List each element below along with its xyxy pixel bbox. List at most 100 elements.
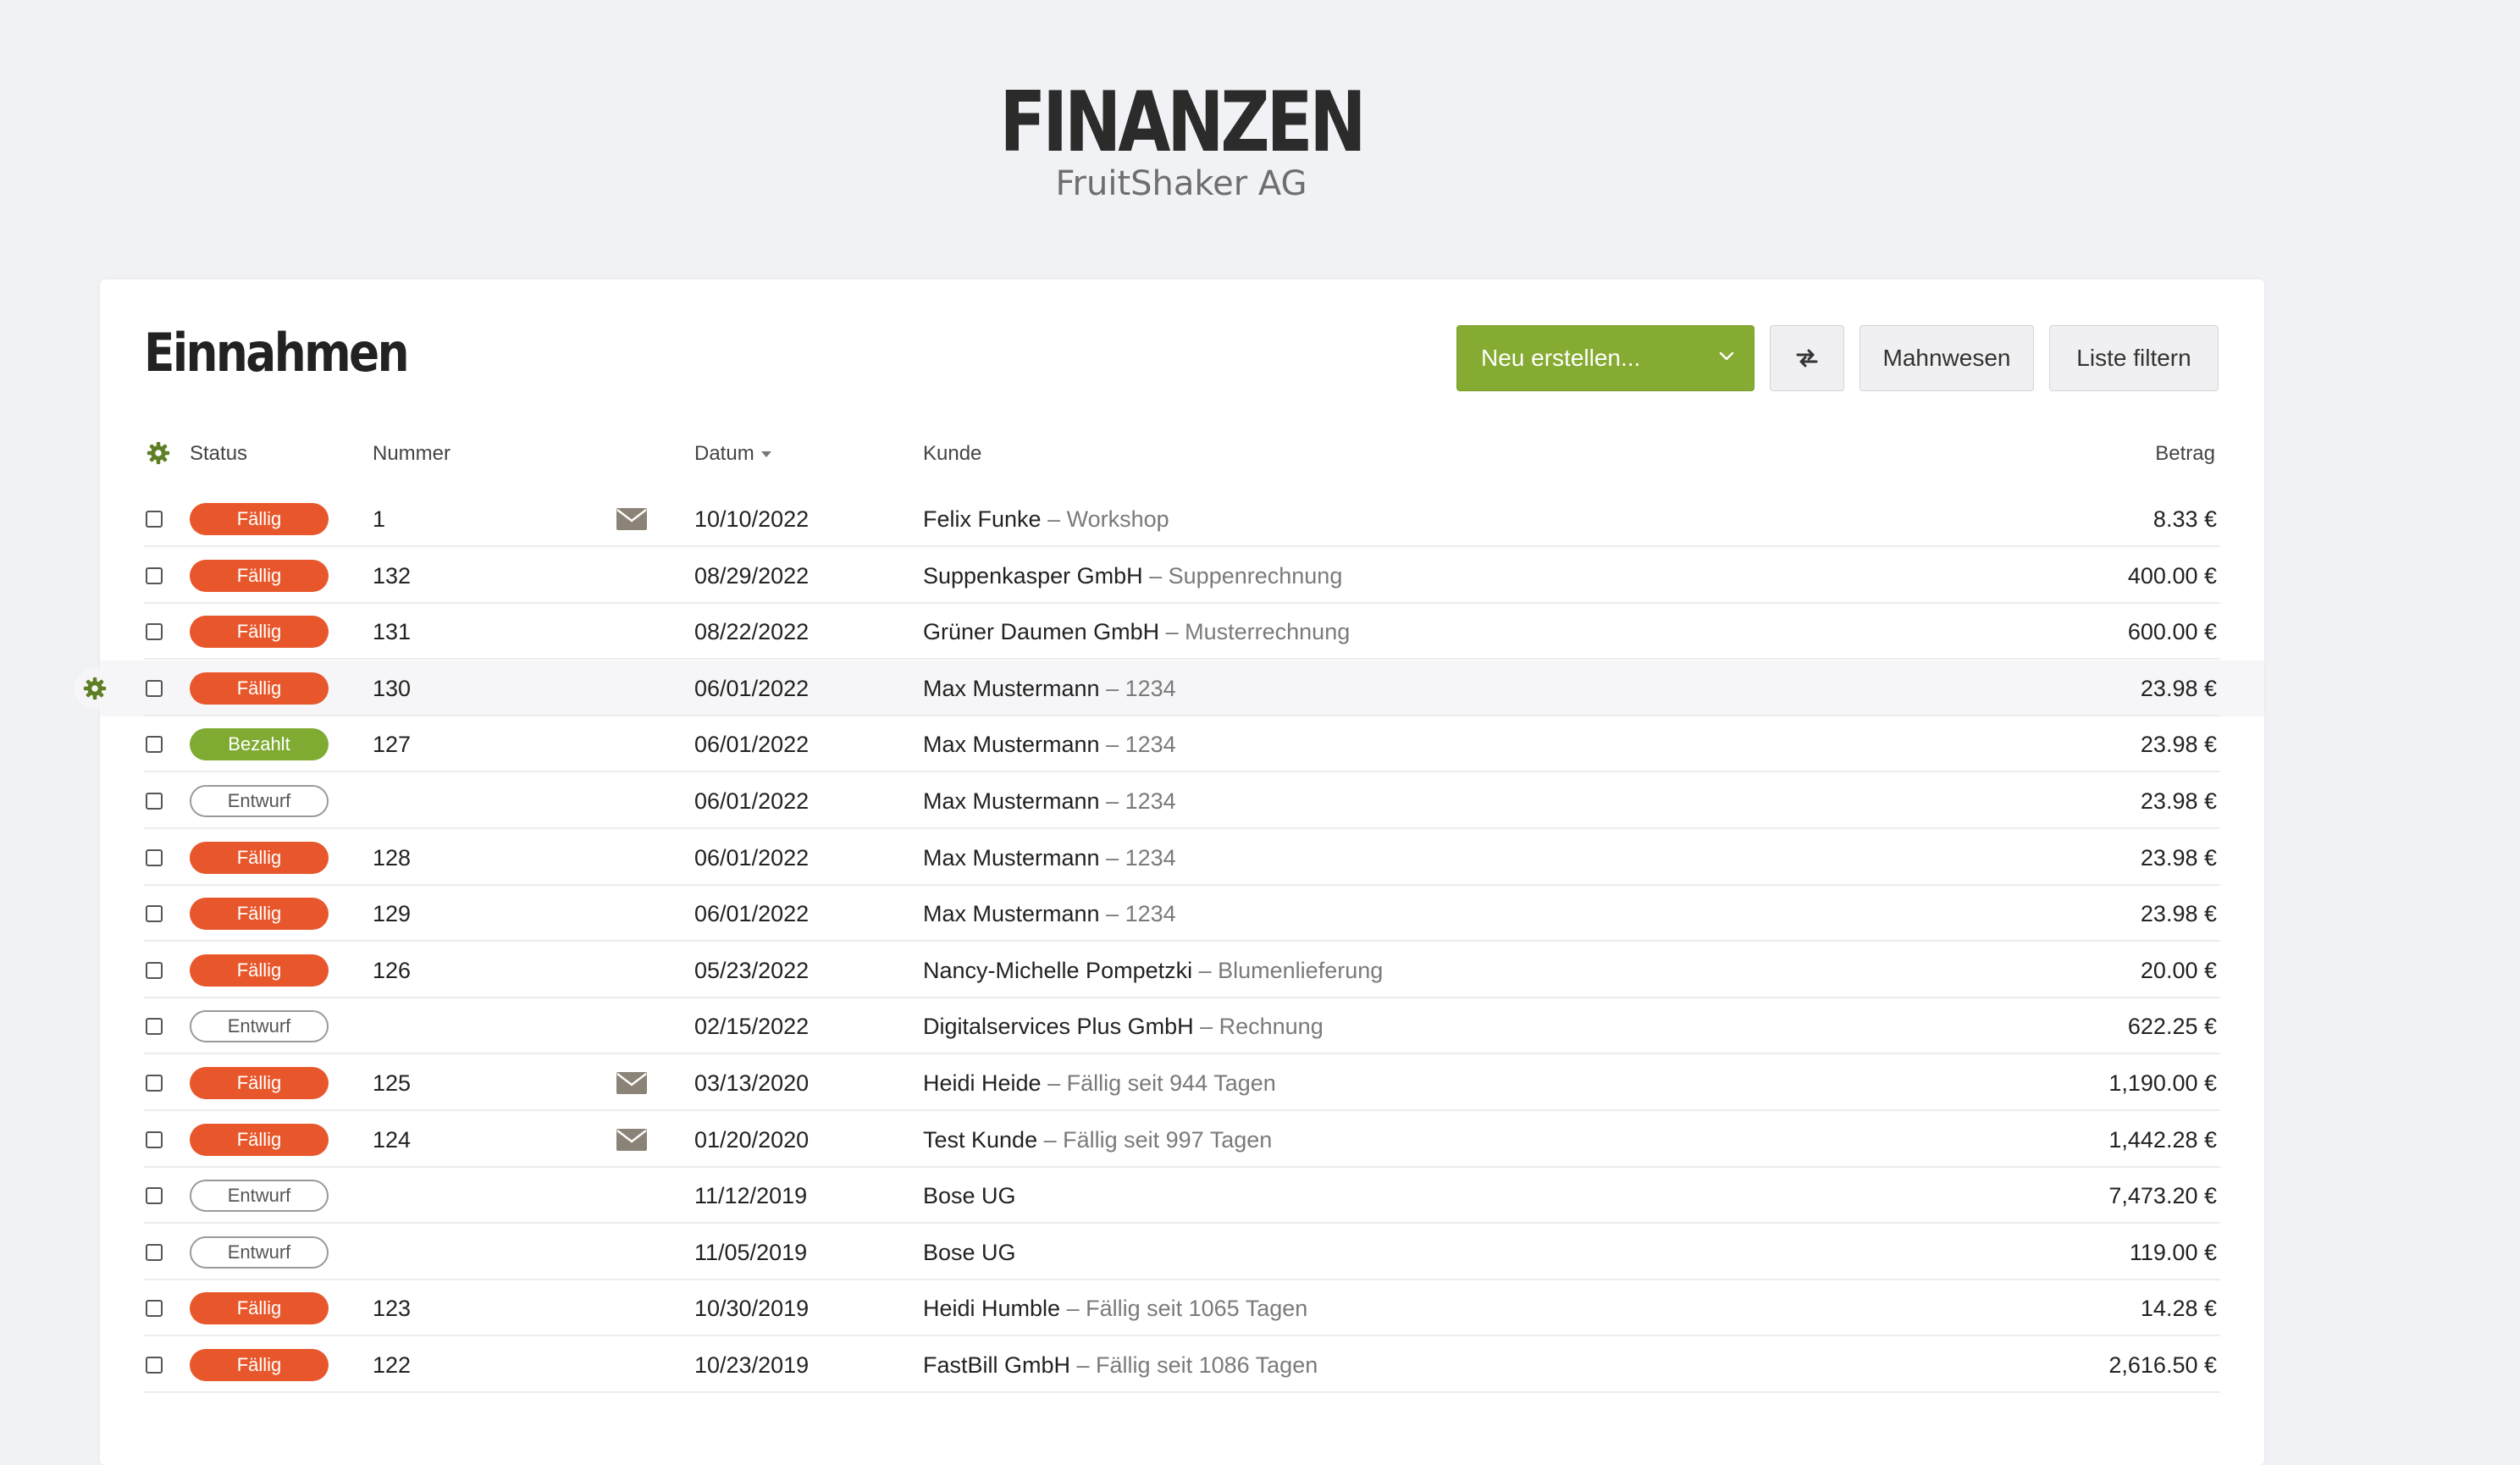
invoice-description: – Blumenlieferung xyxy=(1192,957,1384,983)
customer-name: Max Mustermann xyxy=(923,900,1100,926)
table-row[interactable]: Fällig 125 03/13/2020 Heidi Heide – Fällig … xyxy=(100,1055,2264,1111)
status-badge: Entwurf xyxy=(190,1236,329,1269)
status-badge: Fällig xyxy=(190,672,329,705)
status-badge: Entwurf xyxy=(190,785,329,817)
column-number[interactable]: Nummer xyxy=(373,442,450,466)
customer-name: Bose UG xyxy=(923,1182,1016,1208)
table-row[interactable]: Fällig 129 06/01/2022 Max Mustermann – 1234… xyxy=(100,886,2264,942)
column-date[interactable]: Datum xyxy=(694,442,771,466)
customer-name: Max Mustermann xyxy=(923,675,1100,701)
row-divider xyxy=(144,658,2220,660)
table-row[interactable]: Fällig 123 10/30/2019 Heidi Humble – Fällig… xyxy=(100,1280,2264,1336)
invoice-number: 122 xyxy=(373,1352,412,1378)
toggle-view-button[interactable] xyxy=(1770,325,1844,391)
customer-name: Max Mustermann xyxy=(923,844,1100,871)
invoice-amount: 400.00 € xyxy=(2127,562,2217,589)
status-badge: Fällig xyxy=(190,898,329,930)
invoice-date: 11/12/2019 xyxy=(694,1182,808,1208)
table-row[interactable]: Fällig 122 10/23/2019 FastBill GmbH – Fälli… xyxy=(100,1337,2264,1393)
row-checkbox[interactable] xyxy=(146,604,163,660)
invoice-number: 128 xyxy=(373,844,412,871)
row-divider xyxy=(144,1109,2220,1111)
invoice-date: 02/15/2022 xyxy=(694,1013,810,1039)
table-row[interactable]: Fällig 124 01/20/2020 Test Kunde – Fällig s… xyxy=(100,1112,2264,1168)
row-divider xyxy=(144,771,2220,772)
table-row[interactable]: Entwurf 02/15/2022 Digitalservices Plus Gm… xyxy=(100,998,2264,1054)
invoice-date: 06/01/2022 xyxy=(694,675,810,701)
column-amount[interactable]: Betrag xyxy=(2155,442,2215,466)
app-title: FINANZEN xyxy=(999,75,1366,171)
row-checkbox[interactable] xyxy=(146,716,163,772)
invoice-description: – 1234 xyxy=(1099,731,1176,757)
customer-name: Heidi Heide xyxy=(923,1070,1042,1096)
customer-cell: Felix Funke – Workshop xyxy=(923,491,1169,547)
customer-name: Bose UG xyxy=(923,1239,1016,1265)
table-row[interactable]: Entwurf 06/01/2022 Max Mustermann – 1234 23… xyxy=(100,773,2264,829)
invoice-number: 132 xyxy=(373,562,412,589)
row-checkbox[interactable] xyxy=(146,1337,163,1393)
table-row[interactable]: Fällig 132 08/29/2022 Suppenkasper GmbH – S… xyxy=(100,548,2264,604)
invoice-description: – 1234 xyxy=(1099,844,1176,871)
dunning-button[interactable]: Mahnwesen xyxy=(1860,325,2034,391)
invoice-description: – 1234 xyxy=(1099,900,1176,926)
invoice-amount: 600.00 € xyxy=(2127,618,2217,644)
swap-arrows-icon xyxy=(1796,349,1818,368)
filter-list-button[interactable]: Liste filtern xyxy=(2049,325,2219,391)
status-badge: Fällig xyxy=(190,842,329,874)
invoice-date: 06/01/2022 xyxy=(694,731,810,757)
invoice-amount: 23.98 € xyxy=(2140,788,2217,814)
table-row[interactable]: Fällig 126 05/23/2022 Nancy-Michelle Pompet… xyxy=(100,943,2264,998)
row-checkbox[interactable] xyxy=(146,830,163,886)
status-badge: Fällig xyxy=(190,954,329,987)
row-checkbox[interactable] xyxy=(146,943,163,998)
create-new-dropdown[interactable]: Neu erstellen... xyxy=(1456,325,1755,391)
mail-icon xyxy=(616,491,647,547)
row-divider xyxy=(144,827,2220,829)
page-title: Einnahmen xyxy=(144,322,410,384)
row-checkbox[interactable] xyxy=(146,773,163,829)
invoice-date: 06/01/2022 xyxy=(694,788,810,814)
table-row[interactable]: Fällig 130 06/01/2022 Max Mustermann – 1234… xyxy=(75,661,2264,716)
row-checkbox[interactable] xyxy=(146,1168,163,1224)
invoice-number: 130 xyxy=(373,675,412,701)
row-checkbox[interactable] xyxy=(146,548,163,604)
row-checkbox[interactable] xyxy=(146,886,163,942)
row-divider xyxy=(144,1222,2220,1224)
column-customer[interactable]: Kunde xyxy=(923,442,981,466)
row-divider xyxy=(144,1335,2220,1336)
column-settings-gear-icon[interactable] xyxy=(146,440,171,472)
invoice-date: 08/29/2022 xyxy=(694,562,810,589)
row-checkbox[interactable] xyxy=(146,491,163,547)
table-row[interactable]: Entwurf 11/05/2019 Bose UG 119.00 € xyxy=(100,1225,2264,1280)
table-row[interactable]: Fällig 1 10/10/2022 Felix Funke – Workshop 8… xyxy=(100,491,2264,547)
create-new-label: Neu erstellen... xyxy=(1481,345,1641,371)
table-row[interactable]: Entwurf 11/12/2019 Bose UG 7,473.20 € xyxy=(100,1168,2264,1224)
invoice-date: 10/10/2022 xyxy=(694,506,810,532)
status-badge: Entwurf xyxy=(190,1180,329,1212)
invoice-amount: 8.33 € xyxy=(2152,506,2217,532)
customer-name: Suppenkasper GmbH xyxy=(923,562,1143,589)
mail-icon xyxy=(616,1055,647,1111)
column-status[interactable]: Status xyxy=(190,442,247,466)
invoice-amount: 622.25 € xyxy=(2127,1013,2217,1039)
invoice-description: – Rechnung xyxy=(1193,1013,1324,1039)
table-row[interactable]: Bezahlt 127 06/01/2022 Max Mustermann – 123… xyxy=(100,716,2264,772)
row-checkbox[interactable] xyxy=(146,1280,163,1336)
customer-name: FastBill GmbH xyxy=(923,1352,1071,1378)
table-row[interactable]: Fällig 128 06/01/2022 Max Mustermann – 1234… xyxy=(100,830,2264,886)
row-checkbox[interactable] xyxy=(146,661,163,716)
invoice-description: – Musterrechnung xyxy=(1159,618,1351,644)
row-checkbox[interactable] xyxy=(146,1225,163,1280)
customer-cell: Heidi Humble – Fällig seit 1065 Tagen xyxy=(923,1280,1307,1336)
invoice-description: – 1234 xyxy=(1099,675,1176,701)
row-checkbox[interactable] xyxy=(146,1055,163,1111)
invoice-description: – Suppenrechnung xyxy=(1142,562,1343,589)
row-checkbox[interactable] xyxy=(146,998,163,1054)
invoice-amount: 23.98 € xyxy=(2140,900,2217,926)
customer-cell: Max Mustermann – 1234 xyxy=(923,886,1176,942)
row-checkbox[interactable] xyxy=(146,1112,163,1168)
row-settings-gear-icon[interactable] xyxy=(75,668,115,709)
customer-cell: Max Mustermann – 1234 xyxy=(923,830,1176,886)
invoice-amount: 23.98 € xyxy=(2140,731,2217,757)
table-row[interactable]: Fällig 131 08/22/2022 Grüner Daumen GmbH – … xyxy=(100,604,2264,660)
